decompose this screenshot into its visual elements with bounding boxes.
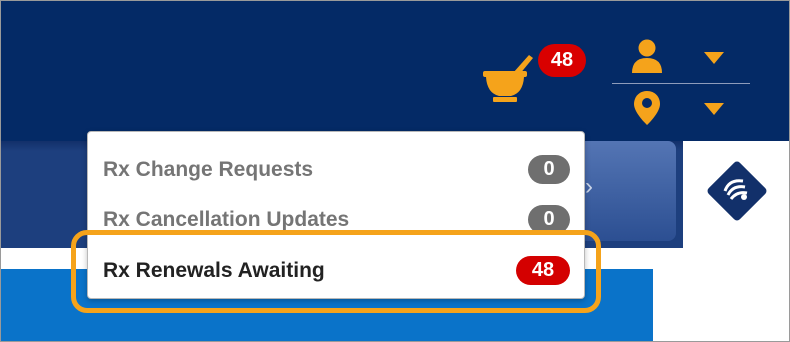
- location-caret-down-icon[interactable]: [704, 103, 724, 115]
- mortar-pestle-icon[interactable]: [483, 51, 533, 103]
- screenshot-frame: 48 › Rx Change Requests 0 Rx Cancellatio…: [0, 0, 790, 342]
- user-icon[interactable]: [631, 39, 663, 73]
- top-header: [1, 1, 789, 141]
- dropdown-item-label: Rx Cancellation Updates: [103, 208, 350, 231]
- header-divider: [612, 83, 750, 84]
- location-pin-icon[interactable]: [634, 91, 660, 125]
- count-badge: 0: [528, 155, 570, 184]
- dropdown-item-rx-change-requests[interactable]: Rx Change Requests 0: [88, 146, 586, 192]
- nav-arrow-icon[interactable]: ›: [585, 173, 599, 201]
- notification-badge: 48: [538, 44, 586, 77]
- brand-logo-swirl-icon: [723, 179, 748, 200]
- user-caret-down-icon[interactable]: [704, 52, 724, 64]
- dropdown-item-label: Rx Change Requests: [103, 158, 314, 181]
- highlight-ring: [71, 230, 601, 313]
